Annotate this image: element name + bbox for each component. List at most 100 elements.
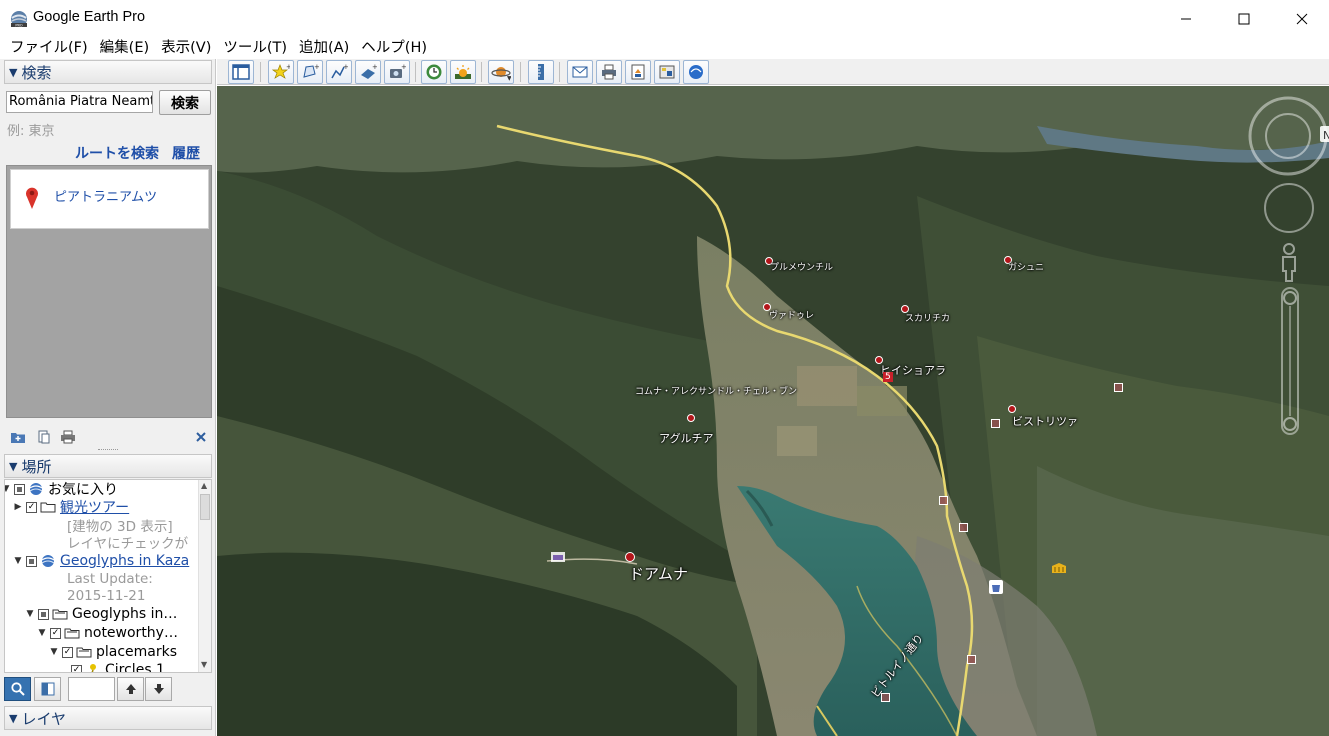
place-label-skarita[interactable]: スカリチカ [905, 311, 950, 324]
expand-icon[interactable]: ▼ [37, 628, 47, 638]
checkbox[interactable]: ✓ [50, 627, 61, 639]
place-marker[interactable] [625, 552, 635, 562]
checkbox[interactable] [38, 608, 49, 620]
checkbox[interactable] [14, 483, 25, 495]
toggle-sidebar-button[interactable] [228, 60, 254, 84]
search-result-item[interactable]: ピアトラニアムツ [10, 169, 209, 229]
menu-add[interactable]: 追加(A) [293, 37, 355, 59]
add-to-folder-icon[interactable] [10, 429, 26, 445]
record-tour-button[interactable]: + [384, 60, 410, 84]
sunlight-button[interactable] [450, 60, 476, 84]
tree-item-placemarks[interactable]: ▼ ✓ placemarks [49, 643, 178, 661]
poi-marker[interactable] [939, 496, 948, 505]
place-marker[interactable] [1008, 405, 1016, 413]
menu-file[interactable]: ファイル(F) [4, 37, 94, 59]
switch-planet-button[interactable]: ▼ [488, 60, 514, 84]
print-button[interactable] [596, 60, 622, 84]
tree-item-geoglyphs[interactable]: ▼ Geoglyphs in Kaza [13, 552, 190, 570]
history-link[interactable]: 履歴 [172, 143, 200, 163]
view-in-maps-button[interactable] [654, 60, 680, 84]
copy-icon[interactable] [36, 429, 52, 445]
hotel-icon[interactable] [551, 552, 565, 562]
close-results-icon[interactable] [193, 429, 209, 445]
place-label-gakuni[interactable]: ガシュニ [1008, 260, 1044, 273]
scroll-thumb[interactable] [200, 494, 210, 520]
add-polygon-button[interactable]: + [297, 60, 323, 84]
tree-item-circles[interactable]: ✓ Circles 1 [71, 661, 165, 672]
poi-marker[interactable] [991, 419, 1000, 428]
svg-text:PRO: PRO [15, 24, 23, 28]
email-button[interactable] [567, 60, 593, 84]
route-search-link[interactable]: ルートを検索 [75, 143, 159, 163]
view-toggle-button[interactable] [34, 677, 61, 701]
place-label-doamna[interactable]: ドアムナ [629, 563, 688, 584]
places-scrollbar[interactable]: ▲ ▼ [198, 480, 211, 672]
street-view-pegman-icon[interactable] [1279, 243, 1299, 283]
place-label-commune[interactable]: コムナ・アレクサンドル・チェル・ブン [635, 384, 797, 397]
svg-text:+: + [343, 63, 348, 71]
tree-item-favorites[interactable]: ▼ お気に入り [5, 480, 118, 498]
place-label-agulchia[interactable]: アグルチア [659, 430, 713, 446]
places-filter-input[interactable] [68, 677, 115, 701]
tree-label: Geoglyphs in Kaza [60, 553, 190, 569]
search-places-button[interactable] [4, 677, 31, 701]
expand-icon[interactable]: ▶ [13, 502, 23, 512]
scroll-up-icon[interactable]: ▲ [201, 481, 207, 490]
scroll-down-icon[interactable]: ▼ [201, 660, 207, 669]
tree-item-noteworthy[interactable]: ▼ ✓ noteworthy… [37, 624, 178, 642]
menu-tools[interactable]: ツール(T) [217, 37, 293, 59]
close-button[interactable] [1273, 0, 1329, 37]
place-label-pluma[interactable]: プルメウンチル [770, 260, 833, 273]
expand-icon[interactable]: ▼ [5, 484, 11, 494]
places-panel-header[interactable]: ▼ 場所 [4, 454, 212, 478]
poi-marker[interactable] [959, 523, 968, 532]
layers-panel-header[interactable]: ▼ レイヤ [4, 706, 212, 730]
place-marker[interactable] [687, 414, 695, 422]
look-joystick[interactable] [1263, 182, 1315, 234]
maximize-button[interactable] [1215, 0, 1273, 37]
add-placemark-button[interactable]: + [268, 60, 294, 84]
museum-icon[interactable] [1051, 562, 1067, 574]
add-path-button[interactable]: + [326, 60, 352, 84]
checkbox[interactable]: ✓ [26, 501, 37, 513]
window-title: Google Earth Pro [33, 9, 146, 25]
search-panel-header[interactable]: ▼ 検索 [4, 60, 212, 84]
checkbox[interactable]: ✓ [62, 646, 73, 658]
menu-help[interactable]: ヘルプ(H) [355, 37, 433, 59]
place-label-bistrita[interactable]: ビストリツァ [1012, 413, 1078, 429]
tree-item-sightseeing[interactable]: ▶ ✓ 観光ツアー [13, 498, 130, 516]
minimize-button[interactable] [1157, 0, 1215, 37]
move-up-button[interactable] [117, 677, 144, 701]
path-icon: + [331, 63, 348, 79]
compass-control[interactable]: N [1248, 96, 1329, 176]
zoom-slider[interactable] [1279, 286, 1301, 436]
search-button[interactable]: 検索 [159, 90, 211, 115]
historical-imagery-button[interactable] [421, 60, 447, 84]
print-icon[interactable] [60, 429, 76, 445]
search-input[interactable]: România Piatra Neamț [6, 91, 153, 113]
folder-icon [64, 628, 80, 639]
panel-splitter[interactable] [98, 449, 118, 451]
ruler-icon [538, 64, 544, 80]
poi-marker[interactable] [1114, 383, 1123, 392]
svg-text:N: N [1323, 129, 1329, 142]
earth-3d-view[interactable]: ドアムナ アグルチア ビストリツァ ヴァドゥレ プルメウンチル ガシュニ ヒイシ… [217, 86, 1329, 736]
move-down-button[interactable] [145, 677, 172, 701]
tree-description: Last Update: [67, 571, 153, 587]
place-label-vaduri[interactable]: ヴァドゥレ [769, 308, 814, 321]
menu-edit[interactable]: 編集(E) [94, 37, 155, 59]
menu-view[interactable]: 表示(V) [155, 37, 217, 59]
tree-item-geoglyphs-folder[interactable]: ▼ Geoglyphs in… [25, 605, 178, 623]
poi-marker[interactable] [881, 693, 890, 702]
poi-marker[interactable] [967, 655, 976, 664]
checkbox[interactable]: ✓ [71, 664, 82, 672]
google-maps-globe-button[interactable] [683, 60, 709, 84]
expand-icon[interactable]: ▼ [13, 556, 23, 566]
expand-icon[interactable]: ▼ [49, 647, 59, 657]
add-overlay-button[interactable]: + [355, 60, 381, 84]
shopping-icon[interactable] [989, 580, 1003, 594]
checkbox[interactable] [26, 555, 37, 567]
ruler-button[interactable] [528, 60, 554, 84]
save-image-button[interactable] [625, 60, 651, 84]
expand-icon[interactable]: ▼ [25, 609, 35, 619]
